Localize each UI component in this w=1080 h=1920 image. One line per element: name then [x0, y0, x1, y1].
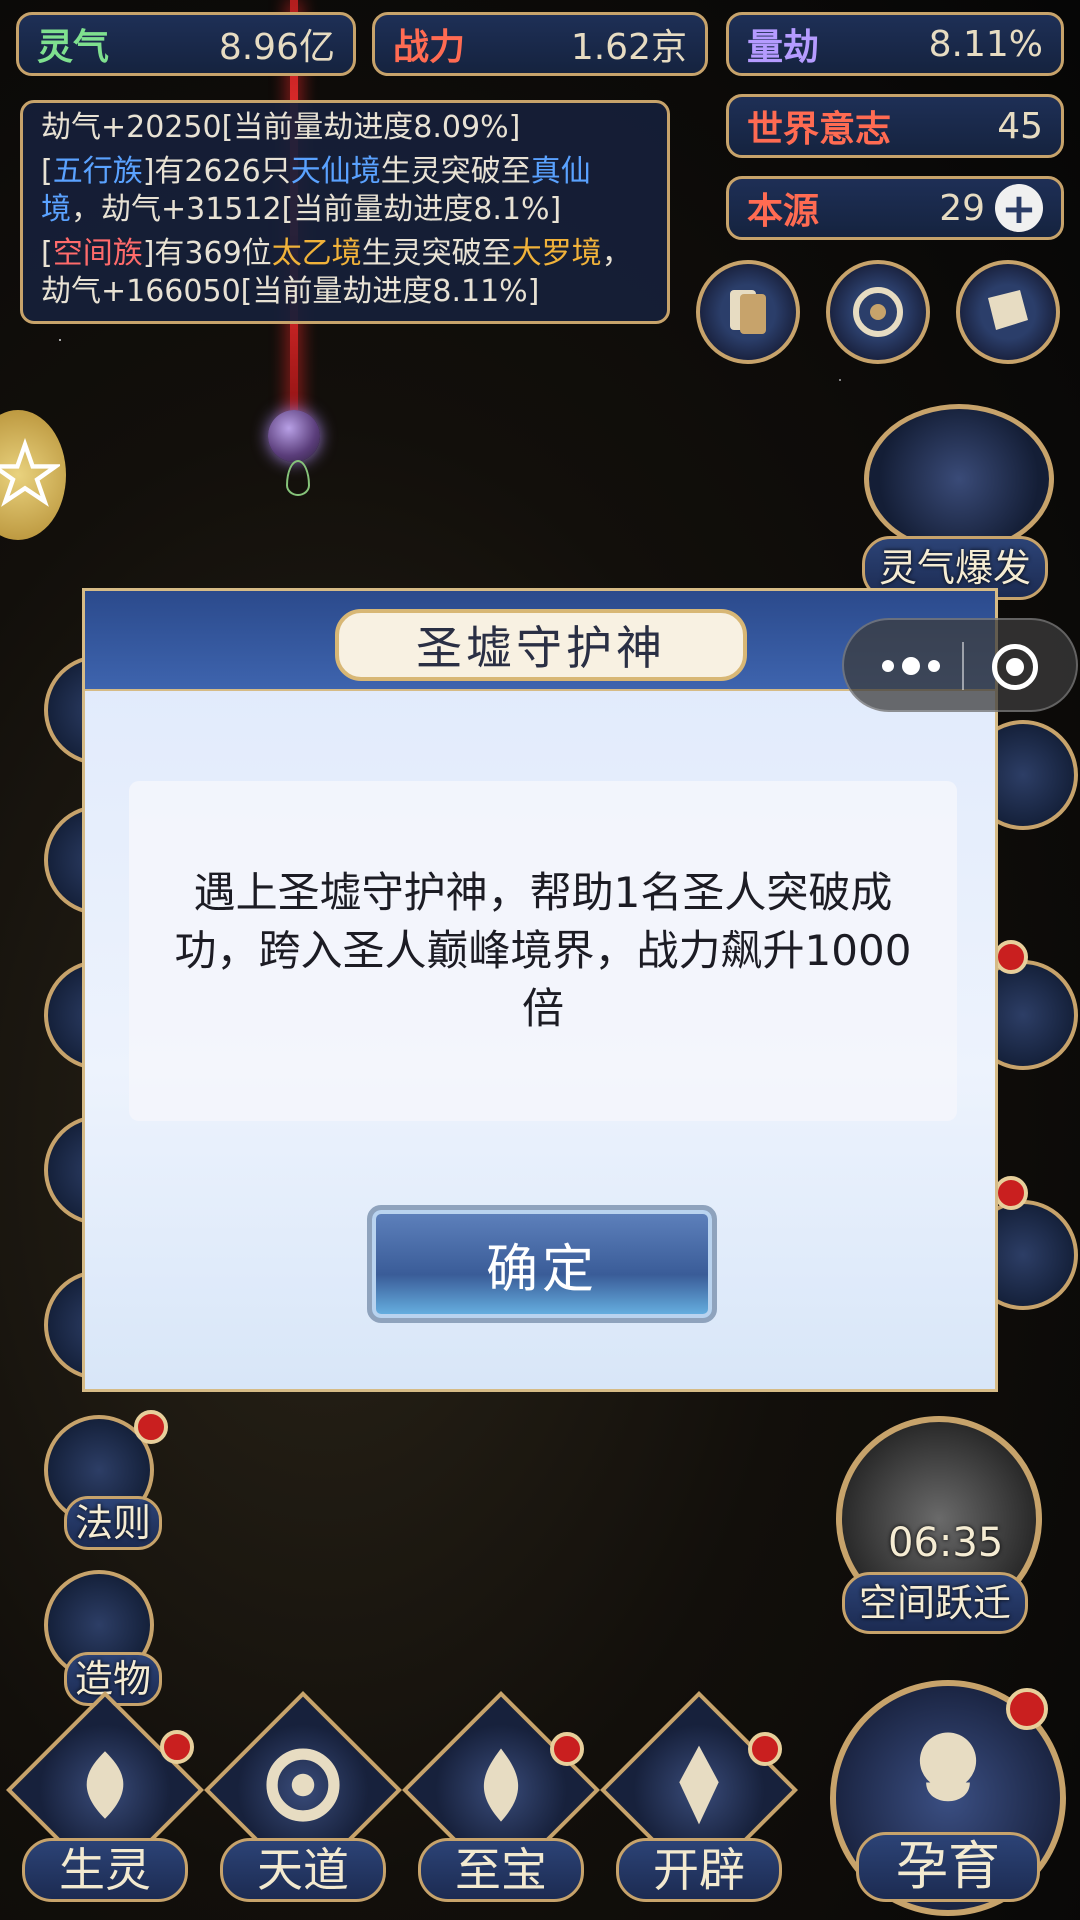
- world-orb[interactable]: [268, 410, 320, 462]
- zhanli-value: 1.62京: [570, 27, 687, 68]
- crystal-icon: [679, 1745, 719, 1825]
- world-will-label: 世界意志: [747, 109, 892, 150]
- realm-from: 天仙境: [290, 154, 381, 189]
- dialog-title: 圣墟守护神: [335, 609, 747, 681]
- benyuan-value: 29: [939, 187, 985, 229]
- cards-icon: [730, 290, 766, 334]
- capsule-divider: [962, 642, 964, 690]
- space-jump-label[interactable]: 空间跃迁: [842, 1572, 1029, 1634]
- notification-badge: [134, 1410, 168, 1444]
- flame-icon: [483, 1748, 519, 1822]
- nav-label: 生灵: [22, 1838, 188, 1902]
- race-name: 空间族: [52, 236, 143, 271]
- target-icon[interactable]: [992, 644, 1038, 690]
- log-line-2: [五行族]有2626只天仙境生灵突破至真仙境，劫气+31512[当前量劫进度8.…: [41, 154, 591, 227]
- liangjie-label: 量劫: [747, 27, 820, 68]
- world-will-value: 45: [997, 105, 1043, 147]
- lingqi-value: 8.96亿: [218, 27, 335, 68]
- miniapp-capsule: [842, 618, 1078, 712]
- event-log: 劫气+20250[当前量劫进度8.09%] [五行族]有2626只天仙境生灵突破…: [20, 100, 670, 324]
- nav-label: 天道: [220, 1838, 386, 1902]
- nav-tiandao[interactable]: 天道: [204, 1691, 402, 1902]
- log-line-1: 劫气+20250[当前量劫进度8.09%]: [41, 110, 521, 145]
- more-dots-icon[interactable]: [878, 648, 944, 684]
- nav-shengling[interactable]: 生灵: [6, 1691, 204, 1902]
- zhanli-label: 战力: [393, 27, 466, 68]
- benyuan-label: 本源: [747, 191, 820, 232]
- portal-button[interactable]: [826, 260, 930, 364]
- realm-from: 太乙境: [271, 236, 362, 271]
- space-jump-timer: 06:35: [888, 1520, 1004, 1566]
- liangjie-value: 8.11%: [928, 23, 1043, 65]
- scroll-button[interactable]: [956, 260, 1060, 364]
- nav-label: 至宝: [418, 1838, 584, 1902]
- liangjie-stat: 量劫 8.11%: [726, 12, 1064, 76]
- phoenix-icon: [86, 1751, 124, 1819]
- world-will-stat: 世界意志 45: [726, 94, 1064, 158]
- dialog-message: 遇上圣墟守护神，帮助1名圣人突破成功，跨入圣人巅峰境界，战力飙升1000倍: [129, 781, 957, 1121]
- notification-badge: [994, 940, 1028, 974]
- add-benyuan-plus-icon[interactable]: +: [995, 184, 1043, 233]
- nav-kaipi[interactable]: 开辟: [600, 1691, 798, 1902]
- benyuan-stat: 本源 29 +: [726, 176, 1064, 240]
- guardian-dialog: 圣墟守护神 遇上圣墟守护神，帮助1名圣人突破成功，跨入圣人巅峰境界，战力飙升10…: [82, 588, 998, 1392]
- notification-badge: [748, 1732, 782, 1766]
- nurture-label: 孕育: [856, 1832, 1040, 1902]
- confirm-button[interactable]: 确定: [367, 1205, 717, 1323]
- nav-label: 开辟: [616, 1838, 782, 1902]
- realm-to: 大罗境: [511, 236, 602, 271]
- zhanli-stat: 战力 1.62京: [372, 12, 708, 76]
- creation-label[interactable]: 造物: [64, 1652, 163, 1706]
- portal-icon: [853, 287, 903, 337]
- fetus-icon: [919, 1732, 977, 1802]
- log-line-3: [空间族]有369位太乙境生灵突破至大罗境，劫气+166050[当前量劫进度8.…: [41, 236, 632, 309]
- notification-badge: [1006, 1688, 1048, 1730]
- notification-badge: [994, 1176, 1028, 1210]
- lingqi-label: 灵气: [37, 27, 110, 68]
- burst-emblem[interactable]: [864, 404, 1054, 554]
- cards-button[interactable]: [696, 260, 800, 364]
- notification-badge: [160, 1730, 194, 1764]
- law-label[interactable]: 法则: [64, 1496, 163, 1550]
- lingqi-stat: 灵气 8.96亿: [16, 12, 356, 76]
- nav-zhibao[interactable]: 至宝: [402, 1691, 600, 1902]
- race-name: 五行族: [52, 154, 143, 189]
- swirl-icon: [266, 1748, 340, 1822]
- notification-badge: [550, 1732, 584, 1766]
- scroll-icon: [988, 290, 1028, 330]
